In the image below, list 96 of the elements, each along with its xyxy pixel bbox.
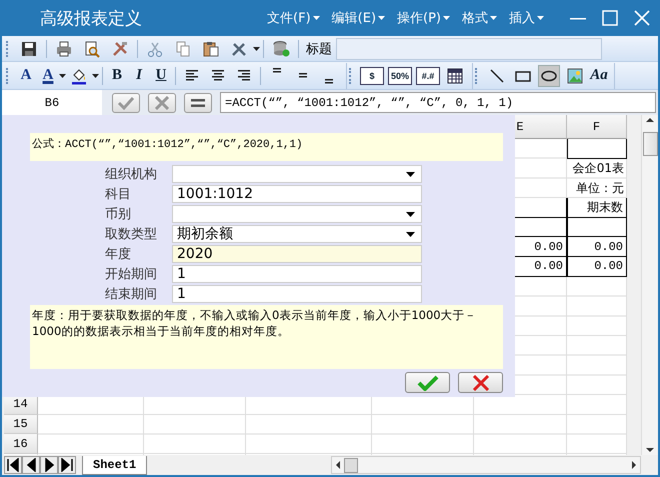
field-label: 开始期间 — [105, 266, 158, 283]
preview-icon — [83, 40, 101, 58]
arrow-icon — [25, 458, 37, 472]
sheet-nav-button[interactable] — [40, 456, 58, 474]
align-icon — [325, 78, 333, 84]
scroll-up-icon[interactable] — [646, 118, 654, 122]
format-button[interactable]: 50% — [388, 66, 412, 84]
field-label: 结束期间 — [105, 286, 158, 303]
dropdown-arrow-icon — [406, 232, 415, 236]
help-text: 年度：用于要获取数据的年度，不输入或输入0表示当前年度，输入小于1000大于－1000的的数据表示相当于当前年度的相对年度。 — [30, 305, 503, 369]
menu-item[interactable]: 文件(F) — [261, 9, 326, 27]
scrollbar-thumb[interactable] — [344, 458, 358, 472]
arrow-icon — [7, 458, 19, 472]
menu-item[interactable]: 插入 — [503, 9, 550, 27]
sheet-nav-button[interactable] — [22, 456, 40, 474]
caret-icon — [490, 16, 497, 20]
input-field[interactable]: 1 — [172, 265, 422, 283]
check-icon — [117, 96, 135, 110]
arrow-icon — [43, 458, 55, 472]
align-icon — [238, 70, 250, 81]
line-icon — [488, 66, 506, 84]
row-header[interactable]: 16 — [4, 434, 38, 454]
table-cell-text: 会企01表 — [572, 160, 625, 178]
image-icon — [566, 66, 584, 84]
dropdown-arrow-icon — [406, 172, 415, 176]
sheet-nav-button[interactable] — [58, 456, 76, 474]
window-title: 高级报表定义 — [40, 8, 143, 30]
function-button[interactable] — [184, 92, 212, 112]
row-header[interactable]: 15 — [4, 414, 38, 434]
ok-button[interactable] — [405, 372, 450, 393]
underline-button[interactable]: U — [150, 64, 172, 86]
equals-icon — [191, 98, 205, 108]
table-cell: 0.00 — [567, 257, 627, 277]
caret-icon — [253, 46, 260, 50]
field-label: 科目 — [105, 186, 132, 203]
field-label: 币别 — [105, 206, 132, 223]
sheet-tab[interactable]: Sheet1 — [82, 456, 148, 474]
save-icon — [20, 40, 38, 58]
menu-item[interactable]: 格式 — [456, 9, 503, 27]
arrow-icon — [61, 458, 73, 472]
formula-preview: 公式：ACCT(“”,“1001:1012”,“”,“C”,2020,1,1) — [30, 133, 503, 161]
align-icon — [186, 70, 198, 81]
cancel-button[interactable] — [148, 92, 176, 112]
paste-icon — [202, 40, 220, 58]
input-field[interactable]: 1 — [172, 285, 422, 303]
cross-icon — [155, 96, 169, 110]
scrollbar-thumb[interactable] — [642, 132, 658, 156]
caret-icon — [92, 74, 99, 78]
copy-icon — [174, 40, 192, 58]
dropdown[interactable]: 期初余额 — [172, 225, 422, 243]
title-label: 标题 — [306, 40, 332, 58]
table-cell: 0.00 — [567, 237, 627, 258]
maximize-icon[interactable] — [602, 10, 618, 26]
dropdown-arrow-icon — [406, 212, 415, 216]
scroll-right-icon[interactable] — [632, 461, 636, 469]
menu-item[interactable]: 操作(P) — [391, 9, 456, 27]
field-label: 年度 — [105, 246, 132, 263]
close-icon[interactable] — [634, 10, 650, 26]
caret-icon — [443, 16, 450, 20]
check-icon — [416, 374, 438, 390]
cell-reference: B6 — [2, 90, 102, 115]
scroll-down-icon[interactable] — [646, 448, 654, 452]
title-field[interactable] — [336, 38, 602, 60]
cross-icon — [472, 374, 490, 390]
caret-icon — [537, 16, 544, 20]
field-label: 组织机构 — [105, 166, 158, 183]
confirm-button[interactable] — [112, 92, 140, 112]
table-cell: 期末数 — [567, 198, 627, 218]
cancel-button[interactable] — [458, 372, 503, 393]
column-header[interactable]: F — [567, 115, 627, 139]
caret-icon — [59, 74, 66, 78]
scroll-left-icon[interactable] — [336, 461, 340, 469]
input-field[interactable]: 1001:1012 — [172, 185, 422, 203]
format-button[interactable]: $ — [360, 66, 384, 84]
align-icon — [299, 73, 307, 78]
bold-button[interactable]: B — [106, 64, 128, 86]
printer-icon — [55, 40, 73, 58]
format-button[interactable]: #.# — [416, 66, 440, 84]
input-field[interactable]: 2020 — [172, 245, 422, 263]
italic-button[interactable]: Aa — [588, 64, 610, 86]
ellipse-button[interactable] — [538, 64, 560, 86]
sheet-nav-button[interactable] — [4, 456, 22, 474]
menu-item[interactable]: 编辑(E) — [326, 9, 392, 27]
align-icon — [273, 68, 281, 72]
font-color-button[interactable]: A — [37, 64, 59, 86]
fill-icon — [70, 66, 88, 84]
table-cell-text: 单位：元 — [575, 180, 625, 197]
calendar-icon — [446, 66, 464, 84]
formula-field[interactable]: =ACCT(“”, “1001:1012”, “”, “C”, 0, 1, 1) — [220, 92, 656, 113]
font-button[interactable]: A — [15, 64, 37, 86]
caret-icon — [378, 16, 386, 20]
caret-icon — [312, 16, 320, 20]
italic-button[interactable]: I — [128, 64, 150, 86]
field-label: 取数类型 — [105, 226, 158, 243]
database-icon — [272, 40, 290, 58]
align-icon — [212, 70, 224, 81]
